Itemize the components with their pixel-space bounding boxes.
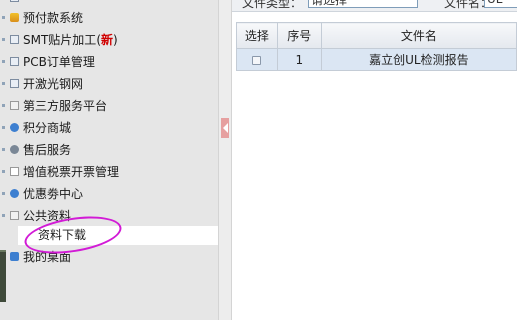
- folder-icon: [10, 211, 19, 220]
- sidebar-item-vat-invoice[interactable]: 增值税票开票管理: [10, 161, 119, 183]
- tree-dot: [2, 104, 5, 107]
- aftersales-icon: [10, 145, 19, 154]
- main-content: 文件类型： 文件名： 选择 序号 文件名 1 嘉立创UL检测报告: [232, 0, 517, 320]
- chip-icon: [10, 35, 19, 44]
- invoice-icon: [10, 167, 19, 176]
- file-type-select[interactable]: [308, 0, 418, 8]
- collapse-arrow-icon: [223, 123, 228, 133]
- documents-table: 选择 序号 文件名 1 嘉立创UL检测报告: [236, 22, 517, 71]
- sidebar-item-coupons[interactable]: 优惠劵中心: [10, 183, 83, 205]
- sidebar-item-stencil[interactable]: 开激光钢网: [10, 73, 83, 95]
- row-index: 1: [276, 48, 322, 71]
- filter-bar: 文件类型： 文件名：: [232, 0, 517, 12]
- tree-dot: [2, 170, 5, 173]
- header-select[interactable]: 选择: [236, 22, 278, 49]
- sidebar-item-label: 积分商城: [23, 121, 72, 135]
- tree-dot: [2, 192, 5, 195]
- tree-dot: [2, 214, 5, 217]
- sidebar-item-pcb-orders[interactable]: PCB订单管理: [10, 51, 95, 73]
- tree-dot: [2, 82, 5, 85]
- sidebar-item-label: 预付款系统: [23, 11, 84, 25]
- sidebar-item-label: SMT贴片加工: [23, 33, 97, 47]
- sidebar-nav: 预付款系统 SMT贴片加工(新) PCB订单管理 开激光钢网 第三方服务平台 积…: [0, 0, 218, 320]
- paren-close: ): [113, 33, 118, 47]
- header-filename[interactable]: 文件名: [320, 22, 517, 49]
- tree-dot: [2, 148, 5, 151]
- sidebar-item-points-mall[interactable]: 积分商城: [10, 117, 71, 139]
- file-type-label: 文件类型：: [242, 0, 303, 10]
- panel-splitter[interactable]: [218, 0, 232, 320]
- row-checkbox[interactable]: [252, 55, 262, 65]
- stencil-icon: [10, 79, 19, 88]
- board-icon: [10, 57, 19, 66]
- row-select-cell[interactable]: [236, 48, 278, 71]
- service-icon: [10, 101, 19, 110]
- sidebar-item-label: 第三方服务平台: [23, 99, 108, 113]
- sidebar-item-third-party[interactable]: 第三方服务平台: [10, 95, 107, 117]
- sidebar-item-label: 售后服务: [23, 143, 72, 157]
- side-decor-block: [0, 250, 6, 302]
- sidebar-item-prepayment[interactable]: 预付款系统: [10, 7, 83, 29]
- sidebar-item-smt[interactable]: SMT贴片加工(新): [10, 29, 118, 51]
- coin-icon: [10, 13, 19, 22]
- sidebar-item-label: 增值税票开票管理: [23, 165, 120, 179]
- tree-dot: [2, 38, 5, 41]
- tree-dot: [2, 126, 5, 129]
- tree-dot: [2, 16, 5, 19]
- sidebar-item-label: 优惠劵中心: [23, 187, 84, 201]
- table-header-row: 选择 序号 文件名: [236, 22, 517, 49]
- clipped-icon: [10, 0, 19, 2]
- coupon-icon: [10, 189, 19, 198]
- tree-dot: [2, 60, 5, 63]
- new-badge: 新: [101, 33, 114, 47]
- row-filename[interactable]: 嘉立创UL检测报告: [320, 48, 517, 71]
- points-icon: [10, 123, 19, 132]
- sidebar-item-after-sales[interactable]: 售后服务: [10, 139, 71, 161]
- sidebar-item-label: 开激光钢网: [23, 77, 84, 91]
- sidebar-item-label: PCB订单管理: [23, 55, 95, 69]
- header-index[interactable]: 序号: [276, 22, 322, 49]
- desktop-icon: [10, 252, 19, 261]
- file-name-input[interactable]: [484, 0, 517, 8]
- table-row[interactable]: 1 嘉立创UL检测报告: [236, 48, 517, 71]
